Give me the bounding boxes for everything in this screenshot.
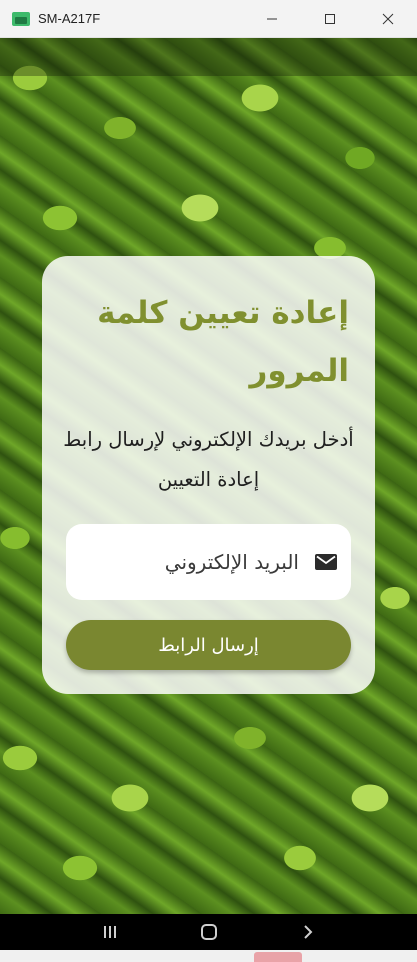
close-button[interactable] <box>359 0 417 38</box>
minimize-button[interactable] <box>243 0 301 38</box>
reset-password-card: إعادة تعيين كلمة المرور أدخل بريدك الإلك… <box>42 256 375 694</box>
back-button[interactable] <box>288 917 328 947</box>
emulator-window: SM-A217F إعادة تعيين كلمة المرور أدخل بر… <box>0 0 417 962</box>
send-link-label: إرسال الرابط <box>158 634 259 656</box>
app-screen: إعادة تعيين كلمة المرور أدخل بريدك الإلك… <box>0 38 417 914</box>
android-nav-bar <box>0 914 417 950</box>
home-icon <box>200 924 217 940</box>
close-icon <box>382 13 394 25</box>
taskbar-app-chip[interactable] <box>254 952 302 962</box>
recents-icon <box>103 926 116 938</box>
android-app-icon <box>12 11 30 26</box>
instruction-text: أدخل بريدك الإلكتروني لإرسال رابط إعادة … <box>63 428 354 491</box>
page-title: إعادة تعيين كلمة المرور <box>97 295 349 389</box>
email-placeholder: البريد الإلكتروني <box>164 550 299 574</box>
title-bar: SM-A217F <box>0 0 417 38</box>
minimize-icon <box>267 18 277 20</box>
maximize-icon <box>325 14 335 24</box>
mail-icon <box>315 554 337 570</box>
send-link-button[interactable]: إرسال الرابط <box>66 620 351 670</box>
maximize-button[interactable] <box>301 0 359 38</box>
back-icon <box>303 925 312 939</box>
status-bar-area <box>0 38 417 76</box>
home-button[interactable] <box>189 917 229 947</box>
email-field[interactable]: البريد الإلكتروني <box>66 524 351 600</box>
window-controls <box>243 0 417 38</box>
recents-button[interactable] <box>90 917 130 947</box>
window-title: SM-A217F <box>38 11 101 26</box>
host-taskbar-edge <box>0 950 417 962</box>
